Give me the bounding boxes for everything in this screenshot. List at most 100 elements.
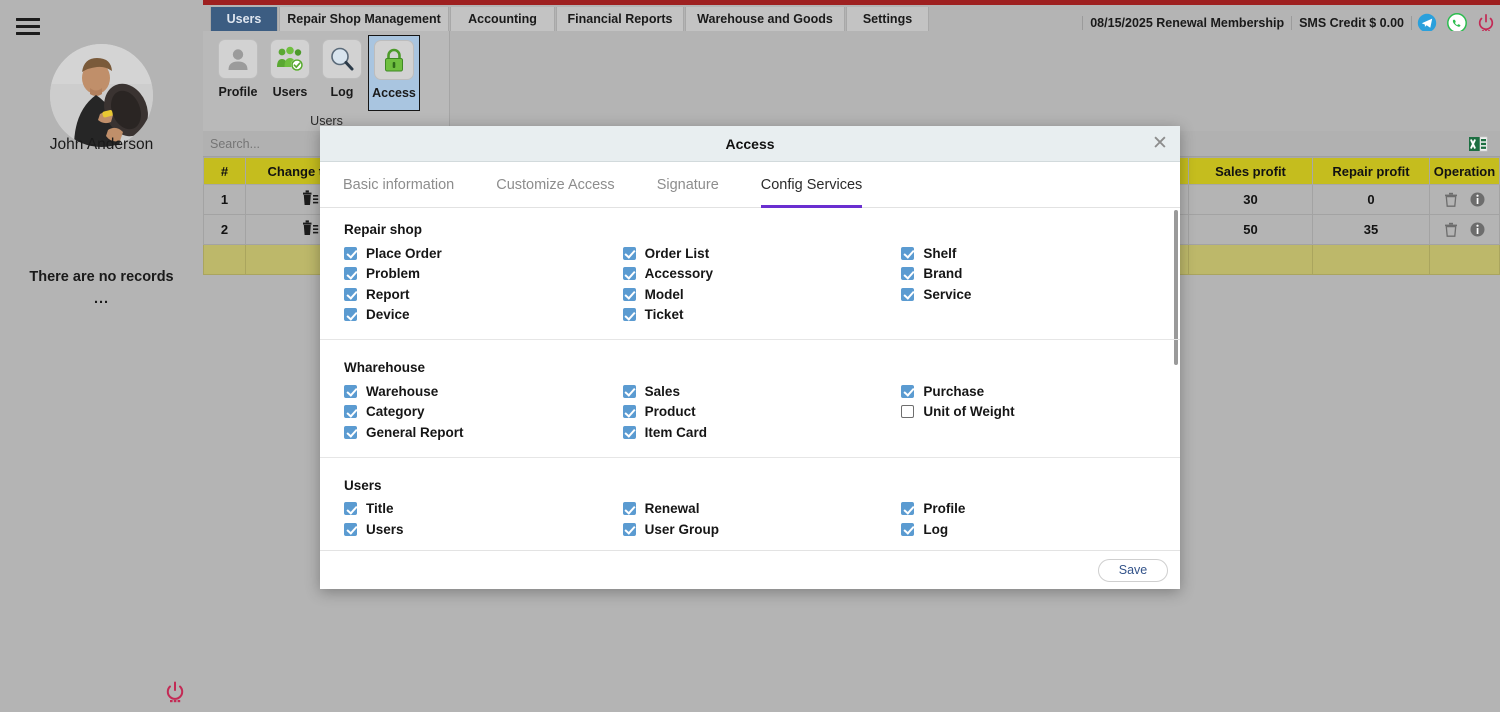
tab-signature[interactable]: Signature	[657, 162, 719, 208]
checkbox-row-place-order[interactable]: Place Order	[344, 243, 623, 264]
checkbox-label: Title	[366, 501, 394, 517]
application-window: John Anderson There are no records ... U…	[0, 0, 1500, 712]
tab-config-services[interactable]: Config Services	[760, 162, 862, 208]
checkbox-icon[interactable]	[344, 267, 357, 281]
checkbox-row-unit-of-weight[interactable]: Unit of Weight	[901, 402, 1180, 423]
sidebar-user-name: John Anderson	[49, 136, 154, 153]
trash-icon[interactable]	[1444, 222, 1458, 237]
checkbox-icon[interactable]	[622, 522, 636, 536]
checkbox-icon[interactable]	[901, 522, 915, 536]
whatsapp-icon[interactable]	[1447, 13, 1467, 33]
checkbox-row-profile[interactable]: Profile	[901, 499, 1180, 520]
power-icon[interactable]	[166, 681, 184, 703]
checkbox-row-accessory[interactable]: Accessory	[622, 264, 902, 285]
checkbox-row-user-group[interactable]: User Group	[622, 519, 902, 540]
telegram-icon[interactable]	[1417, 13, 1437, 33]
checkbox-icon[interactable]	[344, 308, 357, 322]
checkbox-row-category[interactable]: Category	[344, 402, 623, 423]
tab-basic-information[interactable]: Basic information	[343, 162, 454, 208]
checkbox-icon[interactable]	[344, 502, 357, 516]
checkbox-label: Profile	[923, 501, 966, 517]
checkbox-label: Warehouse	[366, 383, 439, 399]
menu-tab-settings[interactable]: Settings	[846, 7, 929, 31]
checkbox-icon[interactable]	[622, 287, 636, 301]
checkbox-icon[interactable]	[344, 405, 357, 419]
checkbox-icon[interactable]	[622, 425, 636, 439]
checkbox-row-sales[interactable]: Sales	[622, 381, 902, 402]
checkbox-icon[interactable]	[344, 246, 357, 260]
checkbox-row-warehouse[interactable]: Warehouse	[344, 381, 623, 402]
checkbox-icon[interactable]	[901, 246, 915, 260]
close-icon[interactable]: ✕	[1150, 134, 1170, 154]
ribbon-button-profile[interactable]: Profile	[212, 35, 264, 111]
checkbox-row-brand[interactable]: Brand	[901, 264, 1180, 285]
checkbox-icon[interactable]	[622, 308, 636, 322]
checkbox-icon[interactable]	[901, 267, 915, 281]
checkbox-icon[interactable]	[901, 384, 915, 398]
delete-token-icon[interactable]	[302, 189, 319, 207]
cell-number: 2	[203, 214, 246, 245]
info-icon[interactable]	[1470, 192, 1485, 207]
checkbox-row-item-card[interactable]: Item Card	[622, 422, 902, 443]
checkbox-row-general-report[interactable]: General Report	[344, 422, 623, 443]
checkbox-label: Category	[366, 404, 425, 420]
total-cell-operation	[1429, 244, 1500, 275]
ribbon-button-log[interactable]: Log	[316, 35, 368, 111]
checkbox-row-ticket[interactable]: Ticket	[622, 305, 902, 326]
checkbox-icon[interactable]	[344, 287, 357, 301]
tab-customize-access[interactable]: Customize Access	[496, 162, 614, 208]
modal-tab-bar: Basic information Customize Access Signa…	[320, 162, 1180, 208]
checkbox-row-users[interactable]: Users	[344, 519, 623, 540]
column-header-operation[interactable]: Operation	[1429, 157, 1500, 185]
checkbox-row-problem[interactable]: Problem	[344, 264, 623, 285]
checkbox-row-title[interactable]: Title	[344, 499, 623, 520]
section-repair-shop: Repair shop Place Order Problem Report D…	[320, 208, 1180, 339]
ribbon-button-access[interactable]: Access	[368, 35, 420, 111]
menu-tab-accounting[interactable]: Accounting	[450, 7, 555, 31]
section-users: Users Title Users Renewal User Group Pro…	[320, 456, 1180, 551]
save-button[interactable]: Save	[1098, 558, 1168, 582]
checkbox-label: Shelf	[923, 245, 957, 261]
menu-tab-users[interactable]: Users	[210, 7, 278, 31]
checkbox-icon[interactable]	[344, 522, 357, 536]
checkbox-icon[interactable]	[622, 267, 636, 281]
checkbox-icon[interactable]	[622, 405, 636, 419]
menu-tab-repair-shop[interactable]: Repair Shop Management	[279, 7, 449, 31]
checkbox-icon[interactable]	[344, 384, 357, 398]
checkbox-row-product[interactable]: Product	[622, 402, 902, 423]
checkbox-icon[interactable]	[901, 502, 915, 516]
membership-renewal-date: 08/15/2025 Renewal Membership	[1082, 16, 1291, 30]
checkbox-row-device[interactable]: Device	[344, 305, 623, 326]
excel-export-icon[interactable]	[1468, 134, 1488, 154]
trash-icon[interactable]	[1444, 192, 1458, 207]
column-header-sales-profit[interactable]: Sales profit	[1188, 157, 1313, 185]
checkbox-label: Product	[644, 404, 696, 420]
checkbox-row-report[interactable]: Report	[344, 284, 623, 305]
section-wharehouse: Wharehouse Warehouse Category General Re…	[320, 339, 1180, 457]
ribbon-button-users[interactable]: Users	[264, 35, 316, 111]
checkbox-row-purchase[interactable]: Purchase	[901, 381, 1180, 402]
checkbox-icon[interactable]	[344, 425, 357, 439]
power-icon[interactable]	[1477, 13, 1495, 33]
checkbox-row-shelf[interactable]: Shelf	[901, 243, 1180, 264]
checkbox-row-renewal[interactable]: Renewal	[622, 499, 902, 520]
checkbox-icon[interactable]	[622, 384, 636, 398]
checkbox-icon[interactable]	[901, 287, 915, 301]
column-header-number[interactable]: #	[203, 157, 246, 185]
checkbox-row-order-list[interactable]: Order List	[622, 243, 902, 264]
checkbox-icon[interactable]	[901, 405, 915, 419]
checkbox-row-log[interactable]: Log	[901, 519, 1180, 540]
checkbox-icon[interactable]	[622, 246, 636, 260]
checkbox-row-model[interactable]: Model	[622, 284, 902, 305]
checkbox-icon[interactable]	[622, 502, 636, 516]
delete-token-icon[interactable]	[302, 219, 319, 237]
menu-tab-warehouse[interactable]: Warehouse and Goods	[685, 7, 845, 31]
info-icon[interactable]	[1470, 222, 1485, 237]
menu-tab-financial[interactable]: Financial Reports	[556, 7, 684, 31]
checkbox-row-service[interactable]: Service	[901, 284, 1180, 305]
checkbox-label: Sales	[644, 383, 680, 399]
cell-number: 1	[203, 184, 246, 215]
column-header-repair-profit[interactable]: Repair profit	[1312, 157, 1430, 185]
section-column: Sales Product Item Card	[622, 381, 902, 443]
hamburger-menu-icon[interactable]	[16, 18, 40, 35]
